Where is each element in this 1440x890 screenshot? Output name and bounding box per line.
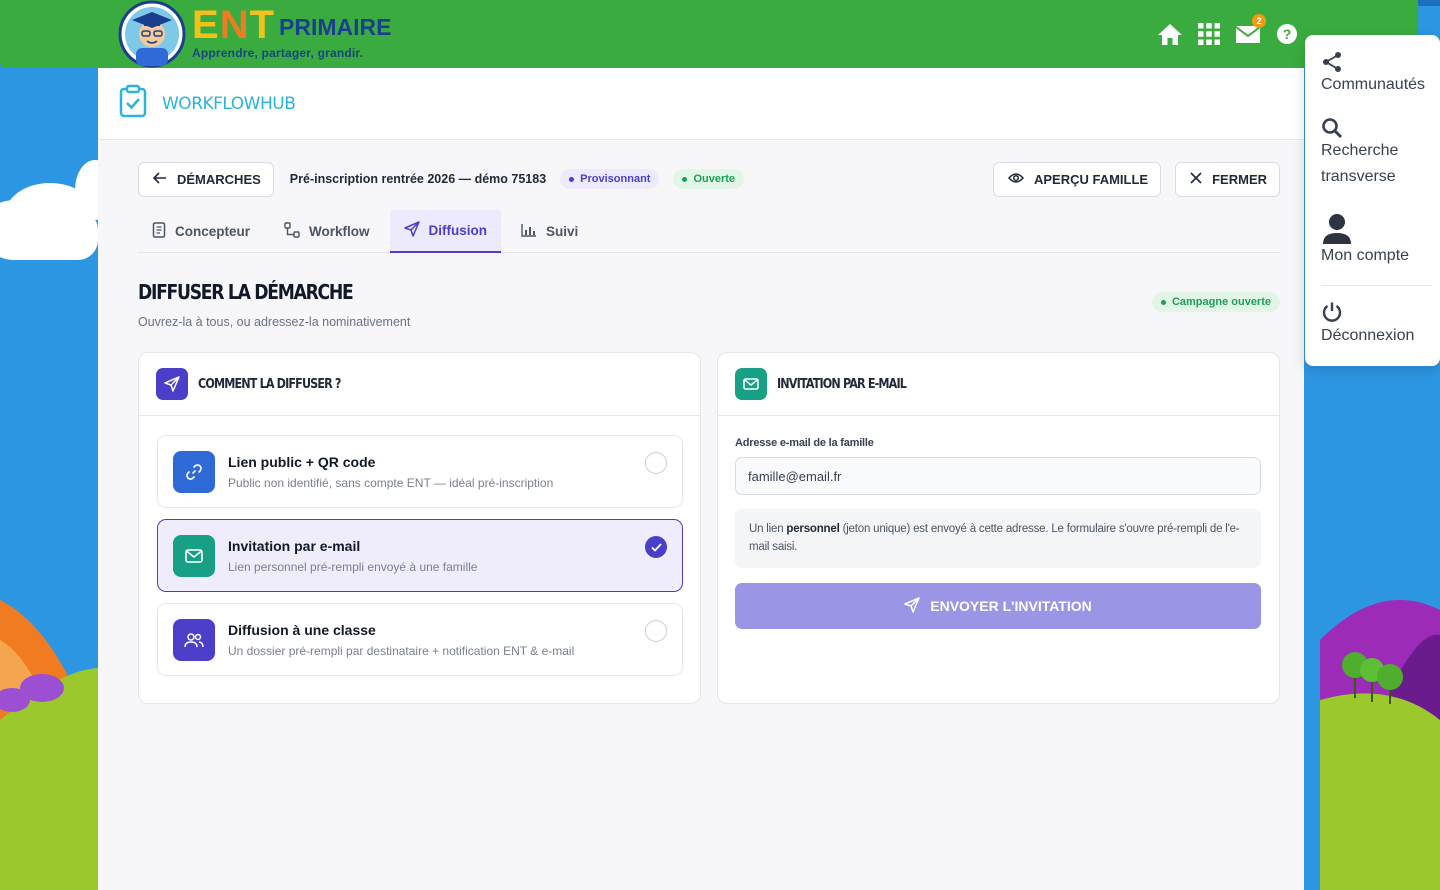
logo-ent-text: ENT	[192, 2, 276, 47]
option-public-link-desc: Public non identifié, sans compte ENT — …	[228, 475, 554, 490]
apps-grid-icon[interactable]	[1195, 20, 1223, 48]
menu-recherche-line2: transverse	[1321, 168, 1396, 185]
svg-text:?: ?	[1283, 26, 1292, 42]
provision-badge: Provisonnant	[560, 169, 660, 189]
email-invitation-card: INVITATION PAR E-MAIL Adresse e-mail de …	[717, 352, 1280, 704]
diffusion-method-header: COMMENT LA DIFFUSER ?	[139, 353, 700, 416]
option-email-invitation[interactable]: Invitation par e-mail Lien personnel pré…	[157, 519, 683, 592]
send-invitation-button[interactable]: ENVOYER L'INVITATION	[735, 583, 1261, 629]
back-demarches-button[interactable]: DÉMARCHES	[138, 161, 274, 197]
section-title: DIFFUSER LA DÉMARCHE	[138, 280, 354, 304]
tab-bar: Concepteur Workflow Diffusion Suivi	[138, 210, 1280, 253]
send-icon	[156, 368, 188, 400]
main-panel: WORKFLOWHUB DÉMARCHES Pré-inscription re…	[98, 68, 1304, 890]
section-subtitle: Ouvrez-la à tous, ou adressez-la nominat…	[138, 315, 411, 329]
check-icon	[650, 542, 662, 552]
toolbar: DÉMARCHES Pré-inscription rentrée 2026 —…	[138, 161, 1280, 197]
home-icon[interactable]	[1156, 20, 1184, 48]
tab-concepteur[interactable]: Concepteur	[138, 210, 264, 253]
info-text-bold: personnel	[786, 523, 840, 535]
tab-concepteur-label: Concepteur	[175, 224, 251, 239]
eye-icon	[1007, 172, 1024, 187]
info-box: Un lien personnel (jeton unique) est env…	[735, 509, 1261, 568]
close-icon	[1190, 171, 1202, 187]
option-public-link-title: Lien public + QR code	[228, 453, 376, 470]
back-demarches-label: DÉMARCHES	[177, 171, 261, 187]
tab-suivi[interactable]: Suivi	[507, 210, 592, 253]
document-icon	[152, 222, 166, 241]
tab-suivi-label: Suivi	[546, 224, 579, 239]
option-public-link-radio[interactable]	[645, 452, 667, 474]
app-name: WORKFLOWHUB	[162, 93, 296, 114]
option-class-diffusion[interactable]: Diffusion à une classe Un dossier pré-re…	[157, 603, 683, 676]
option-class-diffusion-desc: Un dossier pré-rempli par destinataire +…	[228, 643, 575, 658]
logo-tagline: Apprendre, partager, grandir.	[192, 45, 364, 60]
menu-communautes[interactable]: Communautés	[1321, 72, 1425, 98]
mail-icon	[173, 534, 215, 577]
email-invitation-title: INVITATION PAR E-MAIL	[777, 376, 907, 392]
user-dropdown-menu: Communautés Recherche transverse Mon com…	[1305, 35, 1440, 366]
users-icon	[173, 618, 215, 661]
option-class-diffusion-title: Diffusion à une classe	[228, 621, 376, 638]
option-email-invitation-radio[interactable]	[645, 536, 667, 558]
menu-mon-compte[interactable]: Mon compte	[1321, 243, 1409, 269]
content-area: DÉMARCHES Pré-inscription rentrée 2026 —…	[114, 140, 1304, 890]
app-header: WORKFLOWHUB	[98, 68, 1304, 140]
diffusion-method-card: COMMENT LA DIFFUSER ? Lien public + QR c…	[138, 352, 701, 704]
email-field[interactable]	[735, 457, 1261, 495]
menu-divider	[1321, 285, 1432, 286]
email-invitation-header: INVITATION PAR E-MAIL	[718, 353, 1279, 416]
preview-family-button[interactable]: APERÇU FAMILLE	[992, 161, 1162, 197]
mail-icon[interactable]: 2	[1234, 14, 1266, 48]
status-badge: Ouverte	[673, 169, 745, 189]
mail-count-badge: 2	[1252, 14, 1266, 28]
top-bar: ENT PRIMAIRE Apprendre, partager, grandi…	[0, 0, 1418, 68]
preview-family-label: APERÇU FAMILLE	[1033, 171, 1149, 187]
menu-deconnexion[interactable]: Déconnexion	[1321, 323, 1414, 349]
menu-recherche-transverse[interactable]: Recherche transverse	[1321, 138, 1398, 190]
tab-workflow[interactable]: Workflow	[270, 210, 384, 253]
option-public-link[interactable]: Lien public + QR code Public non identif…	[157, 435, 683, 508]
option-email-invitation-desc: Lien personnel pré-rempli envoyé à une f…	[228, 559, 478, 574]
option-class-diffusion-radio[interactable]	[645, 620, 667, 642]
chart-icon	[521, 223, 537, 240]
info-text-start: Un lien	[749, 523, 787, 535]
tab-workflow-label: Workflow	[309, 224, 370, 239]
mail-icon	[735, 368, 767, 400]
option-email-invitation-title: Invitation par e-mail	[228, 537, 361, 554]
close-label: FERMER	[1212, 171, 1267, 187]
send-invitation-label: ENVOYER L'INVITATION	[930, 598, 1092, 614]
workflow-icon	[284, 222, 300, 241]
diffusion-method-title: COMMENT LA DIFFUSER ?	[198, 376, 341, 392]
graduate-mascot-icon	[116, 0, 188, 68]
ent-logo[interactable]: ENT PRIMAIRE Apprendre, partager, grandi…	[116, 0, 391, 68]
logo-primaire-text: PRIMAIRE	[279, 13, 392, 40]
campaign-badge: Campagne ouverte	[1151, 292, 1280, 312]
send-icon	[904, 596, 920, 616]
send-icon	[403, 221, 420, 240]
clipboard-check-icon	[118, 84, 148, 123]
close-button[interactable]: FERMER	[1175, 161, 1280, 197]
arrow-left-icon	[152, 171, 167, 187]
menu-recherche-line1: Recherche	[1321, 142, 1399, 159]
link-icon	[173, 450, 215, 493]
tab-diffusion[interactable]: Diffusion	[389, 210, 502, 253]
email-field-label: Adresse e-mail de la famille	[735, 437, 874, 449]
document-title: Pré-inscription rentrée 2026 — démo 7518…	[289, 172, 547, 186]
tab-diffusion-label: Diffusion	[428, 223, 488, 238]
help-icon[interactable]: ?	[1273, 20, 1301, 48]
